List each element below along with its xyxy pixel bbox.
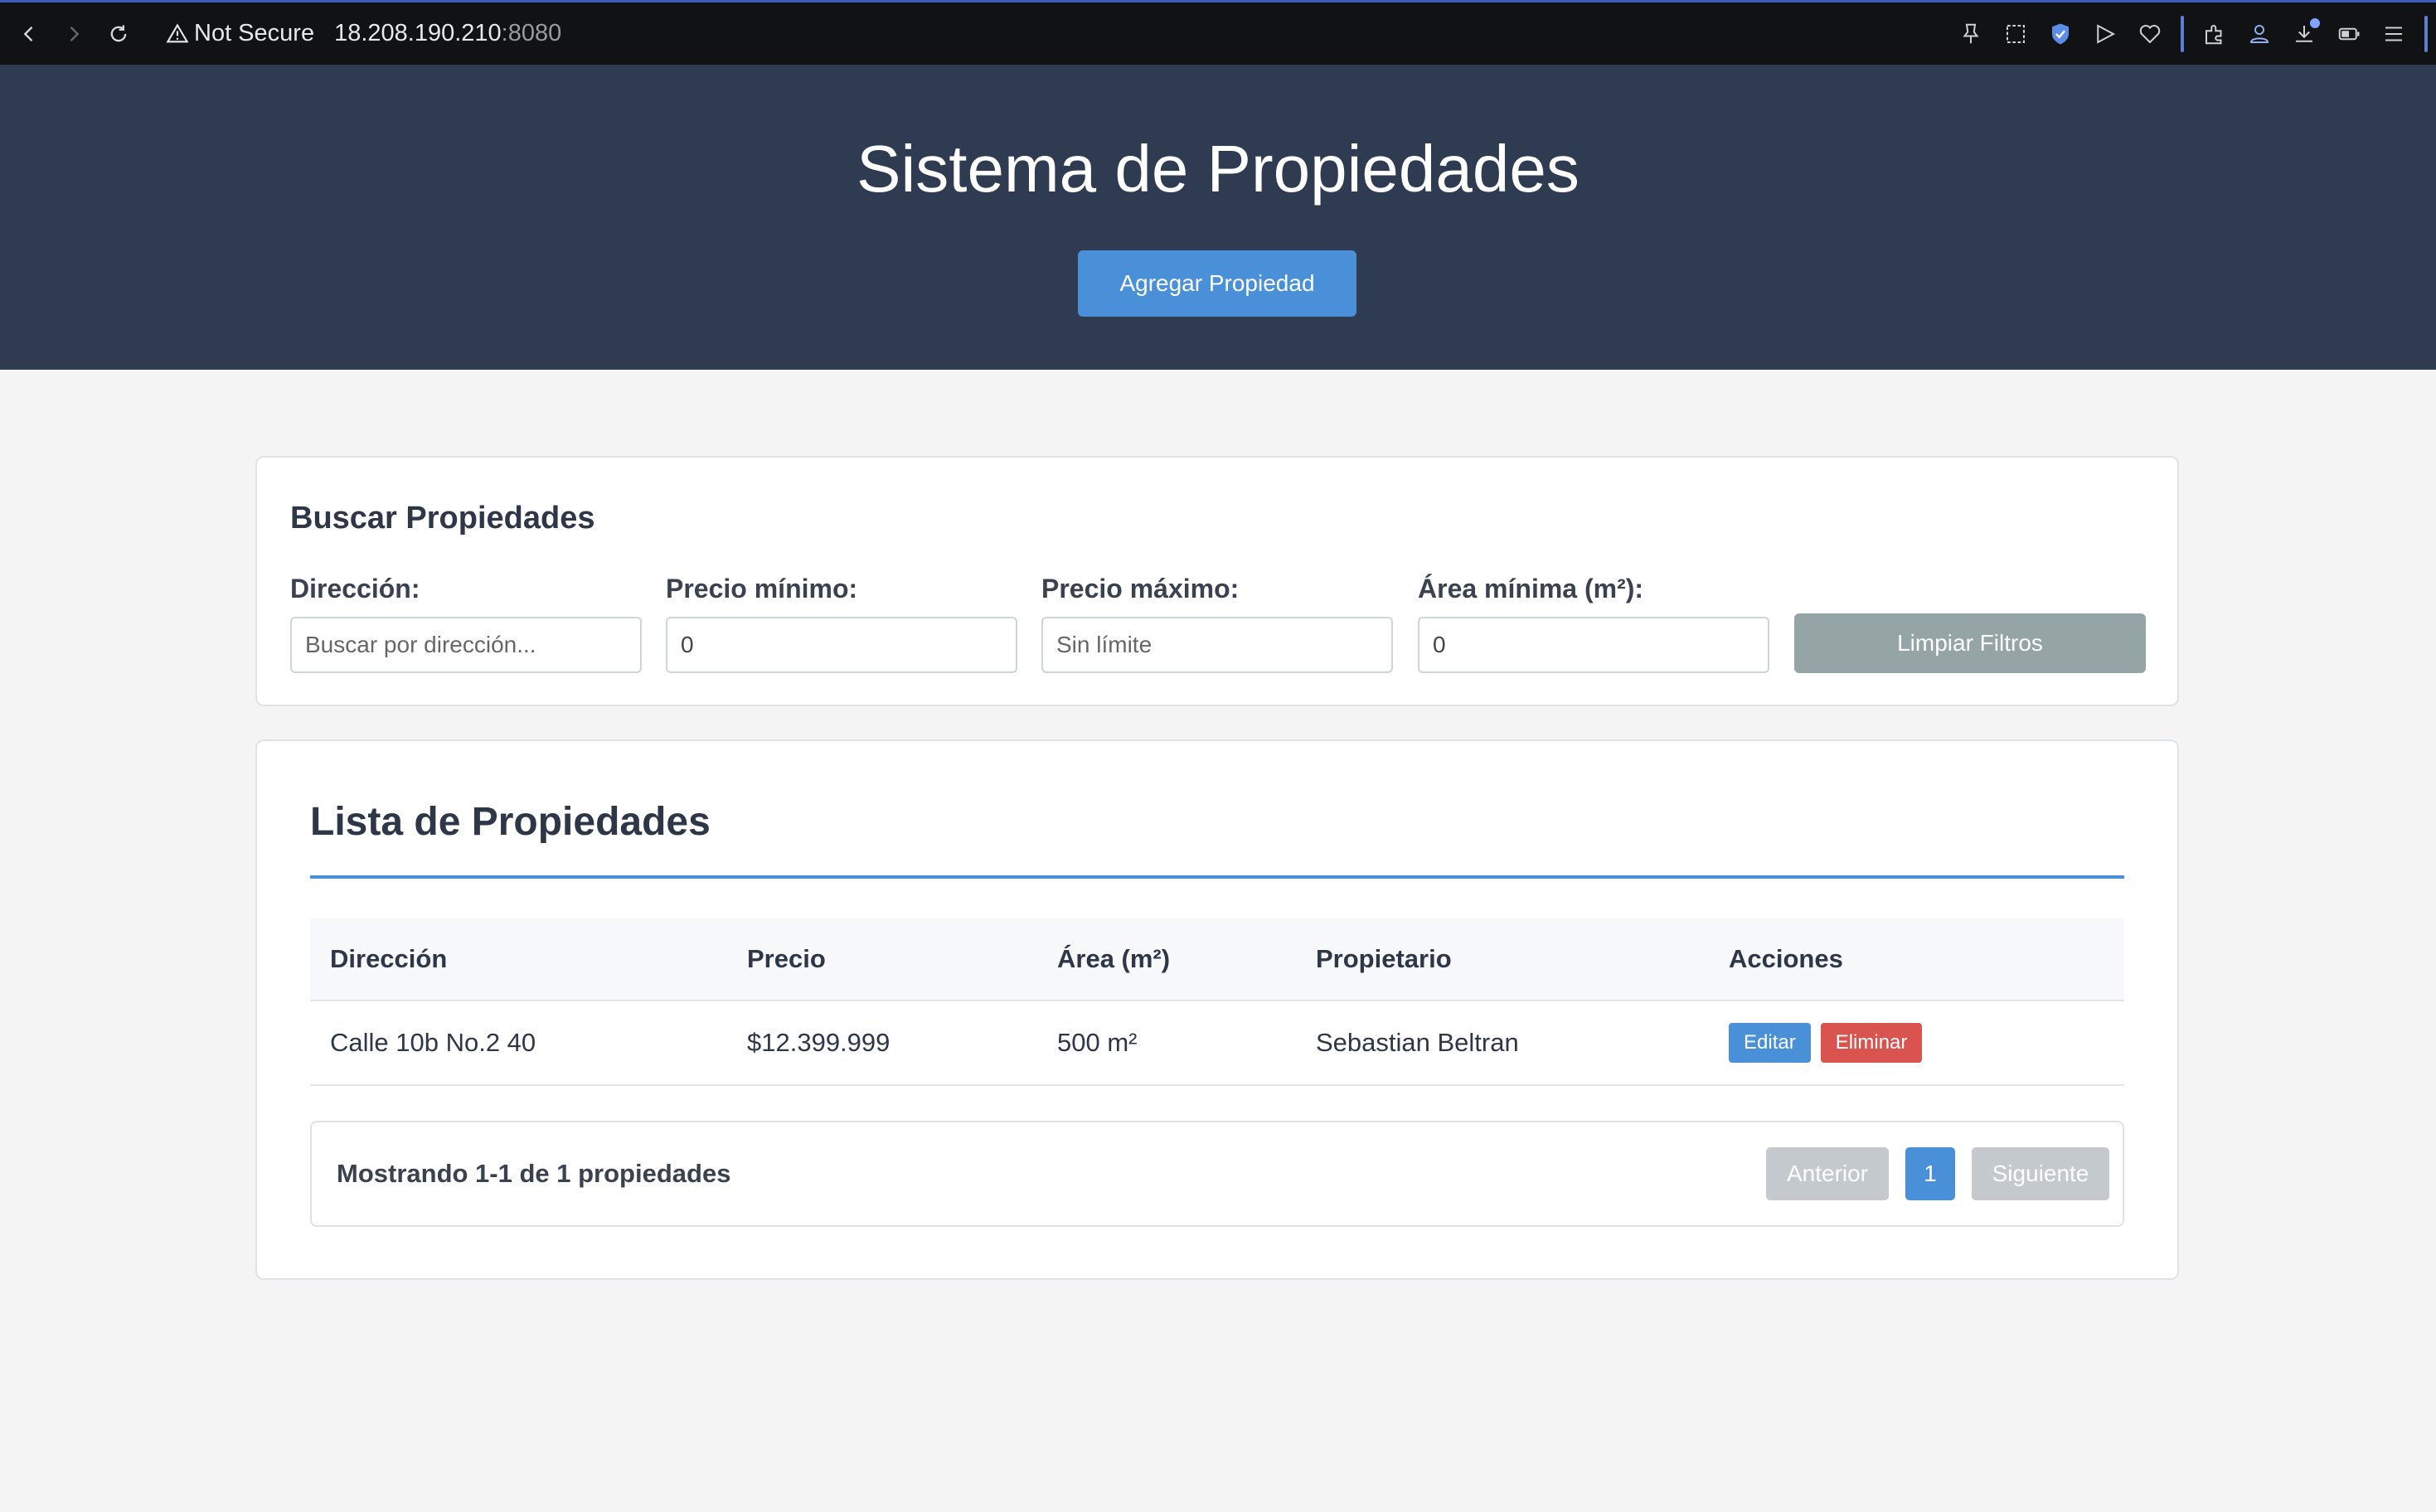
pin-icon[interactable] bbox=[1957, 20, 1985, 48]
cell-address: Calle 10b No.2 40 bbox=[310, 1001, 727, 1086]
search-panel: Buscar Propiedades Dirección: Precio mín… bbox=[255, 456, 2179, 706]
cell-owner: Sebastian Beltran bbox=[1296, 1001, 1709, 1086]
profile-icon[interactable] bbox=[2245, 20, 2273, 48]
clear-filters-button[interactable]: Limpiar Filtros bbox=[1794, 613, 2146, 673]
page-title: Sistema de Propiedades bbox=[856, 132, 1580, 206]
warning-icon bbox=[166, 22, 189, 42]
next-page-button[interactable]: Siguiente bbox=[1972, 1147, 2109, 1200]
column-header-price[interactable]: Precio bbox=[727, 918, 1037, 1001]
extension-toolbar bbox=[1957, 2, 2428, 65]
pagination-info: Mostrando 1-1 de 1 propiedades bbox=[337, 1159, 731, 1188]
property-list-panel: Lista de Propiedades Dirección Precio Ár… bbox=[255, 739, 2179, 1280]
url-port: :8080 bbox=[501, 20, 562, 46]
menu-icon[interactable] bbox=[2380, 20, 2408, 48]
screenshot-icon[interactable] bbox=[2002, 20, 2030, 48]
browser-toolbar: Not Secure 18.208.190.210:8080 bbox=[0, 0, 2436, 65]
puzzle-extensions-icon[interactable] bbox=[2201, 20, 2229, 48]
column-header-owner[interactable]: Propietario bbox=[1296, 918, 1709, 1001]
address-filter-input[interactable] bbox=[290, 617, 642, 673]
download-badge bbox=[2310, 17, 2320, 28]
page-number-button[interactable]: 1 bbox=[1905, 1147, 1955, 1200]
security-indicator[interactable]: Not Secure bbox=[166, 20, 314, 47]
min-area-label: Área mínima (m²): bbox=[1418, 574, 1644, 603]
heart-icon[interactable] bbox=[2136, 20, 2164, 48]
address-filter-label: Dirección: bbox=[290, 574, 420, 603]
table-header-row: Dirección Precio Área (m²) Propietario A… bbox=[310, 918, 2124, 1001]
back-icon[interactable] bbox=[7, 12, 51, 56]
security-label: Not Secure bbox=[194, 20, 315, 46]
battery-icon[interactable] bbox=[2335, 20, 2363, 48]
previous-page-button[interactable]: Anterior bbox=[1766, 1147, 1889, 1200]
toolbar-separator bbox=[2424, 15, 2428, 52]
title-divider bbox=[310, 875, 2124, 879]
max-price-input[interactable] bbox=[1041, 617, 1393, 673]
url-host: 18.208.190.210 bbox=[334, 20, 502, 46]
reload-icon[interactable] bbox=[96, 12, 141, 56]
add-property-button[interactable]: Agregar Propiedad bbox=[1078, 250, 1356, 317]
send-icon[interactable] bbox=[2091, 20, 2119, 48]
app-header: Sistema de Propiedades Agregar Propiedad bbox=[0, 65, 2436, 370]
min-area-input[interactable] bbox=[1418, 617, 1769, 673]
table-row: Calle 10b No.2 40 $12.399.999 500 m² Seb… bbox=[310, 1001, 2124, 1086]
column-header-actions: Acciones bbox=[1709, 918, 2124, 1001]
min-price-input[interactable] bbox=[666, 617, 1017, 673]
search-title: Buscar Propiedades bbox=[290, 501, 595, 536]
cell-actions: Editar Eliminar bbox=[1709, 1001, 2124, 1086]
delete-button[interactable]: Eliminar bbox=[1820, 1023, 1923, 1063]
edit-button[interactable]: Editar bbox=[1729, 1023, 1811, 1063]
pagination-bar: Mostrando 1-1 de 1 propiedades Anterior … bbox=[310, 1121, 2124, 1227]
shield-icon[interactable] bbox=[2046, 20, 2074, 48]
cell-area: 500 m² bbox=[1037, 1001, 1296, 1086]
column-header-area[interactable]: Área (m²) bbox=[1037, 918, 1296, 1001]
min-price-label: Precio mínimo: bbox=[666, 574, 858, 603]
max-price-label: Precio máximo: bbox=[1041, 574, 1240, 603]
column-header-address[interactable]: Dirección bbox=[310, 918, 727, 1001]
forward-icon[interactable] bbox=[51, 12, 96, 56]
toolbar-separator bbox=[2181, 15, 2184, 52]
cell-price: $12.399.999 bbox=[727, 1001, 1037, 1086]
list-title: Lista de Propiedades bbox=[310, 800, 711, 844]
address-bar[interactable]: Not Secure 18.208.190.210:8080 bbox=[166, 20, 561, 47]
download-icon[interactable] bbox=[2290, 17, 2320, 48]
properties-table: Dirección Precio Área (m²) Propietario A… bbox=[310, 918, 2124, 1086]
